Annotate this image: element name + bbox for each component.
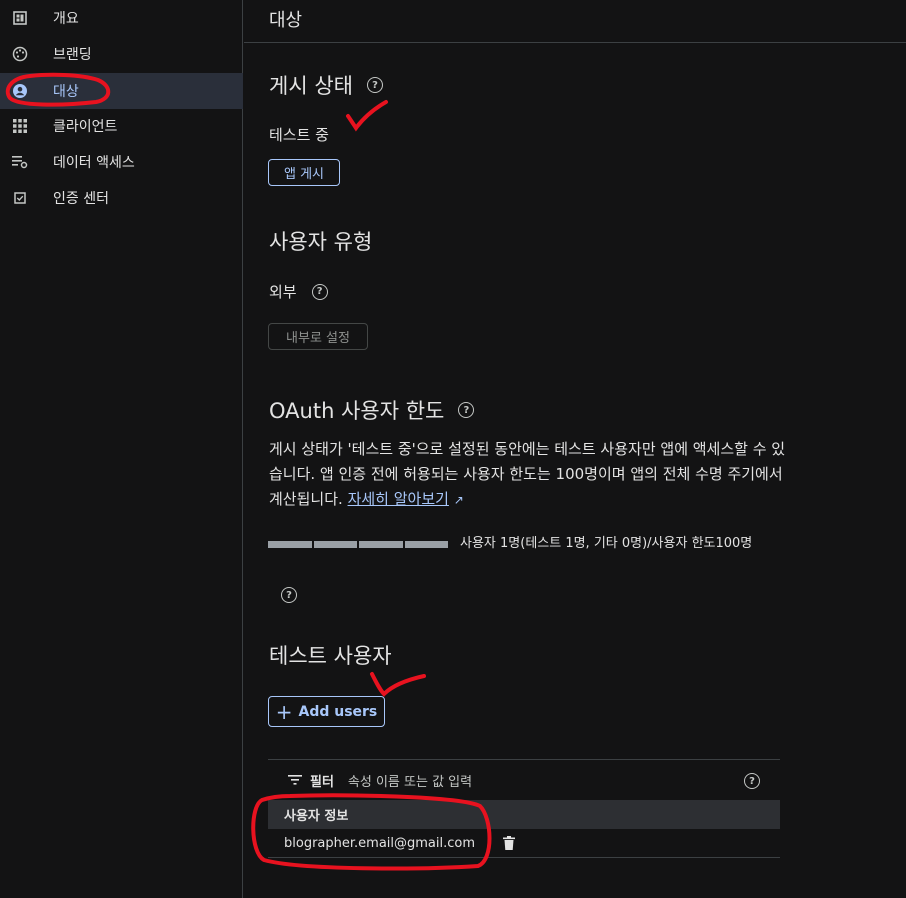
filter-bar[interactable]: 필터 속성 이름 또는 값 입력 ? <box>268 759 780 800</box>
data-settings-icon <box>12 154 28 170</box>
add-users-label: Add users <box>298 703 378 720</box>
user-type-row: 외부 ? <box>269 281 328 302</box>
publish-app-button[interactable]: 앱 게시 <box>268 159 340 186</box>
sidebar-item-label: 인증 센터 <box>53 191 109 207</box>
make-internal-button[interactable]: 내부로 설정 <box>268 323 368 350</box>
progress-segment <box>359 541 403 548</box>
user-limit-progress-bar <box>268 541 448 548</box>
checkbox-icon <box>12 190 28 206</box>
oauth-limit-heading: OAuth 사용자 한도 ? <box>269 395 475 425</box>
help-icon[interactable]: ? <box>311 283 328 300</box>
grid-icon <box>12 118 28 134</box>
filter-icon <box>288 775 302 785</box>
oauth-description-text: 게시 상태가 '테스트 중'으로 설정된 동안에는 테스트 사용자만 앱에 액세… <box>269 440 786 508</box>
help-icon[interactable]: ? <box>744 773 760 789</box>
help-icon[interactable]: ? <box>366 77 383 93</box>
test-users-heading: 테스트 사용자 <box>269 640 392 670</box>
filter-input[interactable]: 속성 이름 또는 값 입력 <box>348 771 472 790</box>
publish-status-title: 게시 상태 <box>269 74 353 98</box>
page-header: 대상 <box>244 0 906 43</box>
page-title: 대상 <box>269 10 303 31</box>
plus-icon: + <box>275 699 293 724</box>
sidebar-item-label: 클라이언트 <box>53 119 118 135</box>
main-content: 대상 게시 상태 ? 테스트 중 앱 게시 사용자 유형 외부 ? 내부로 설정… <box>244 0 906 898</box>
sidebar-item-label: 대상 <box>53 84 79 100</box>
progress-segment <box>404 541 448 548</box>
dashboard-icon <box>12 10 28 26</box>
sidebar-item-branding[interactable]: 브랜딩 <box>0 36 243 72</box>
test-users-title: 테스트 사용자 <box>269 644 392 668</box>
user-limit-text: 사용자 1명(테스트 1명, 기타 0명)/사용자 한도100명 <box>460 536 753 551</box>
oauth-limit-title: OAuth 사용자 한도 <box>269 399 445 423</box>
sidebar-item-data-access[interactable]: 데이터 액세스 <box>0 144 243 180</box>
oauth-description: 게시 상태가 '테스트 중'으로 설정된 동안에는 테스트 사용자만 앱에 액세… <box>269 437 789 513</box>
progress-segment <box>313 541 357 548</box>
sidebar-item-label: 데이터 액세스 <box>53 155 135 171</box>
sidebar-item-clients[interactable]: 클라이언트 <box>0 108 243 144</box>
help-icon[interactable]: ? <box>281 587 297 603</box>
sidebar-item-audience[interactable]: 대상 <box>0 73 243 109</box>
account-circle-icon <box>12 83 28 99</box>
filter-label: 필터 <box>310 774 334 790</box>
user-email: blographer.email@gmail.com <box>284 835 476 851</box>
palette-icon <box>12 46 28 62</box>
external-link-icon: ↗ <box>453 493 464 507</box>
progress-segment <box>268 541 312 548</box>
sidebar-item-overview[interactable]: 개요 <box>0 0 243 36</box>
publish-status-value: 테스트 중 <box>269 126 329 144</box>
test-users-table: 필터 속성 이름 또는 값 입력 ? 사용자 정보 blographer.ema… <box>268 759 780 858</box>
table-row: blographer.email@gmail.com <box>268 829 780 858</box>
table-header: 사용자 정보 <box>268 800 780 829</box>
sidebar-item-verification-center[interactable]: 인증 센터 <box>0 180 243 216</box>
learn-more-link[interactable]: 자세히 알아보기 <box>348 490 449 508</box>
sidebar-item-label: 브랜딩 <box>53 47 92 63</box>
user-type-title: 사용자 유형 <box>269 230 373 254</box>
user-type-heading: 사용자 유형 <box>269 226 372 256</box>
add-users-button[interactable]: + Add users <box>268 696 385 727</box>
sidebar: 개요 브랜딩 대상 클라이언트 데이터 액세스 인증 센터 <box>0 0 243 898</box>
delete-icon[interactable] <box>503 836 515 854</box>
user-type-value: 외부 <box>269 283 297 301</box>
publish-status-heading: 게시 상태 ? <box>269 70 383 100</box>
column-header-user-info[interactable]: 사용자 정보 <box>284 805 348 824</box>
sidebar-item-label: 개요 <box>53 11 79 27</box>
help-icon[interactable]: ? <box>458 402 475 418</box>
